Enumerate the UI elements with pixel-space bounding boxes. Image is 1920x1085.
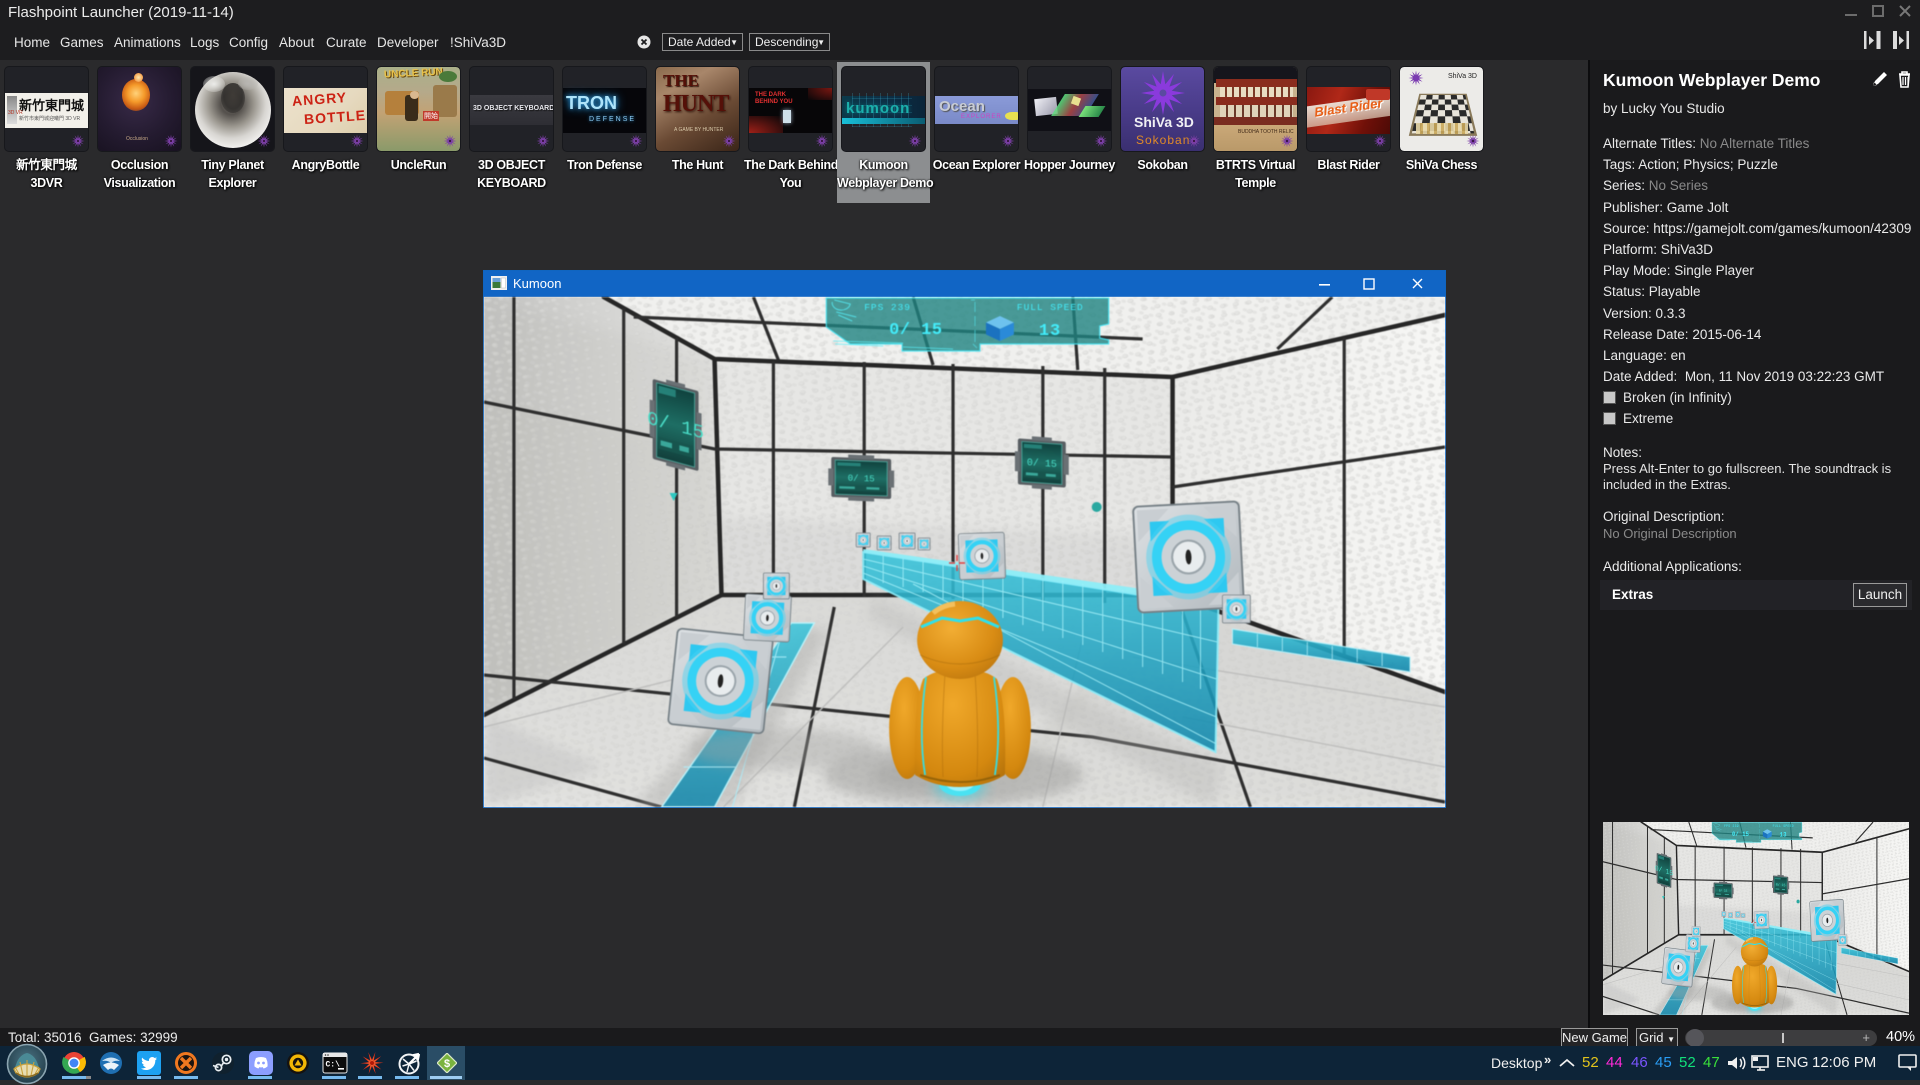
- svg-text:$: $: [444, 1058, 450, 1070]
- svg-text:C:\: C:\: [326, 1061, 341, 1070]
